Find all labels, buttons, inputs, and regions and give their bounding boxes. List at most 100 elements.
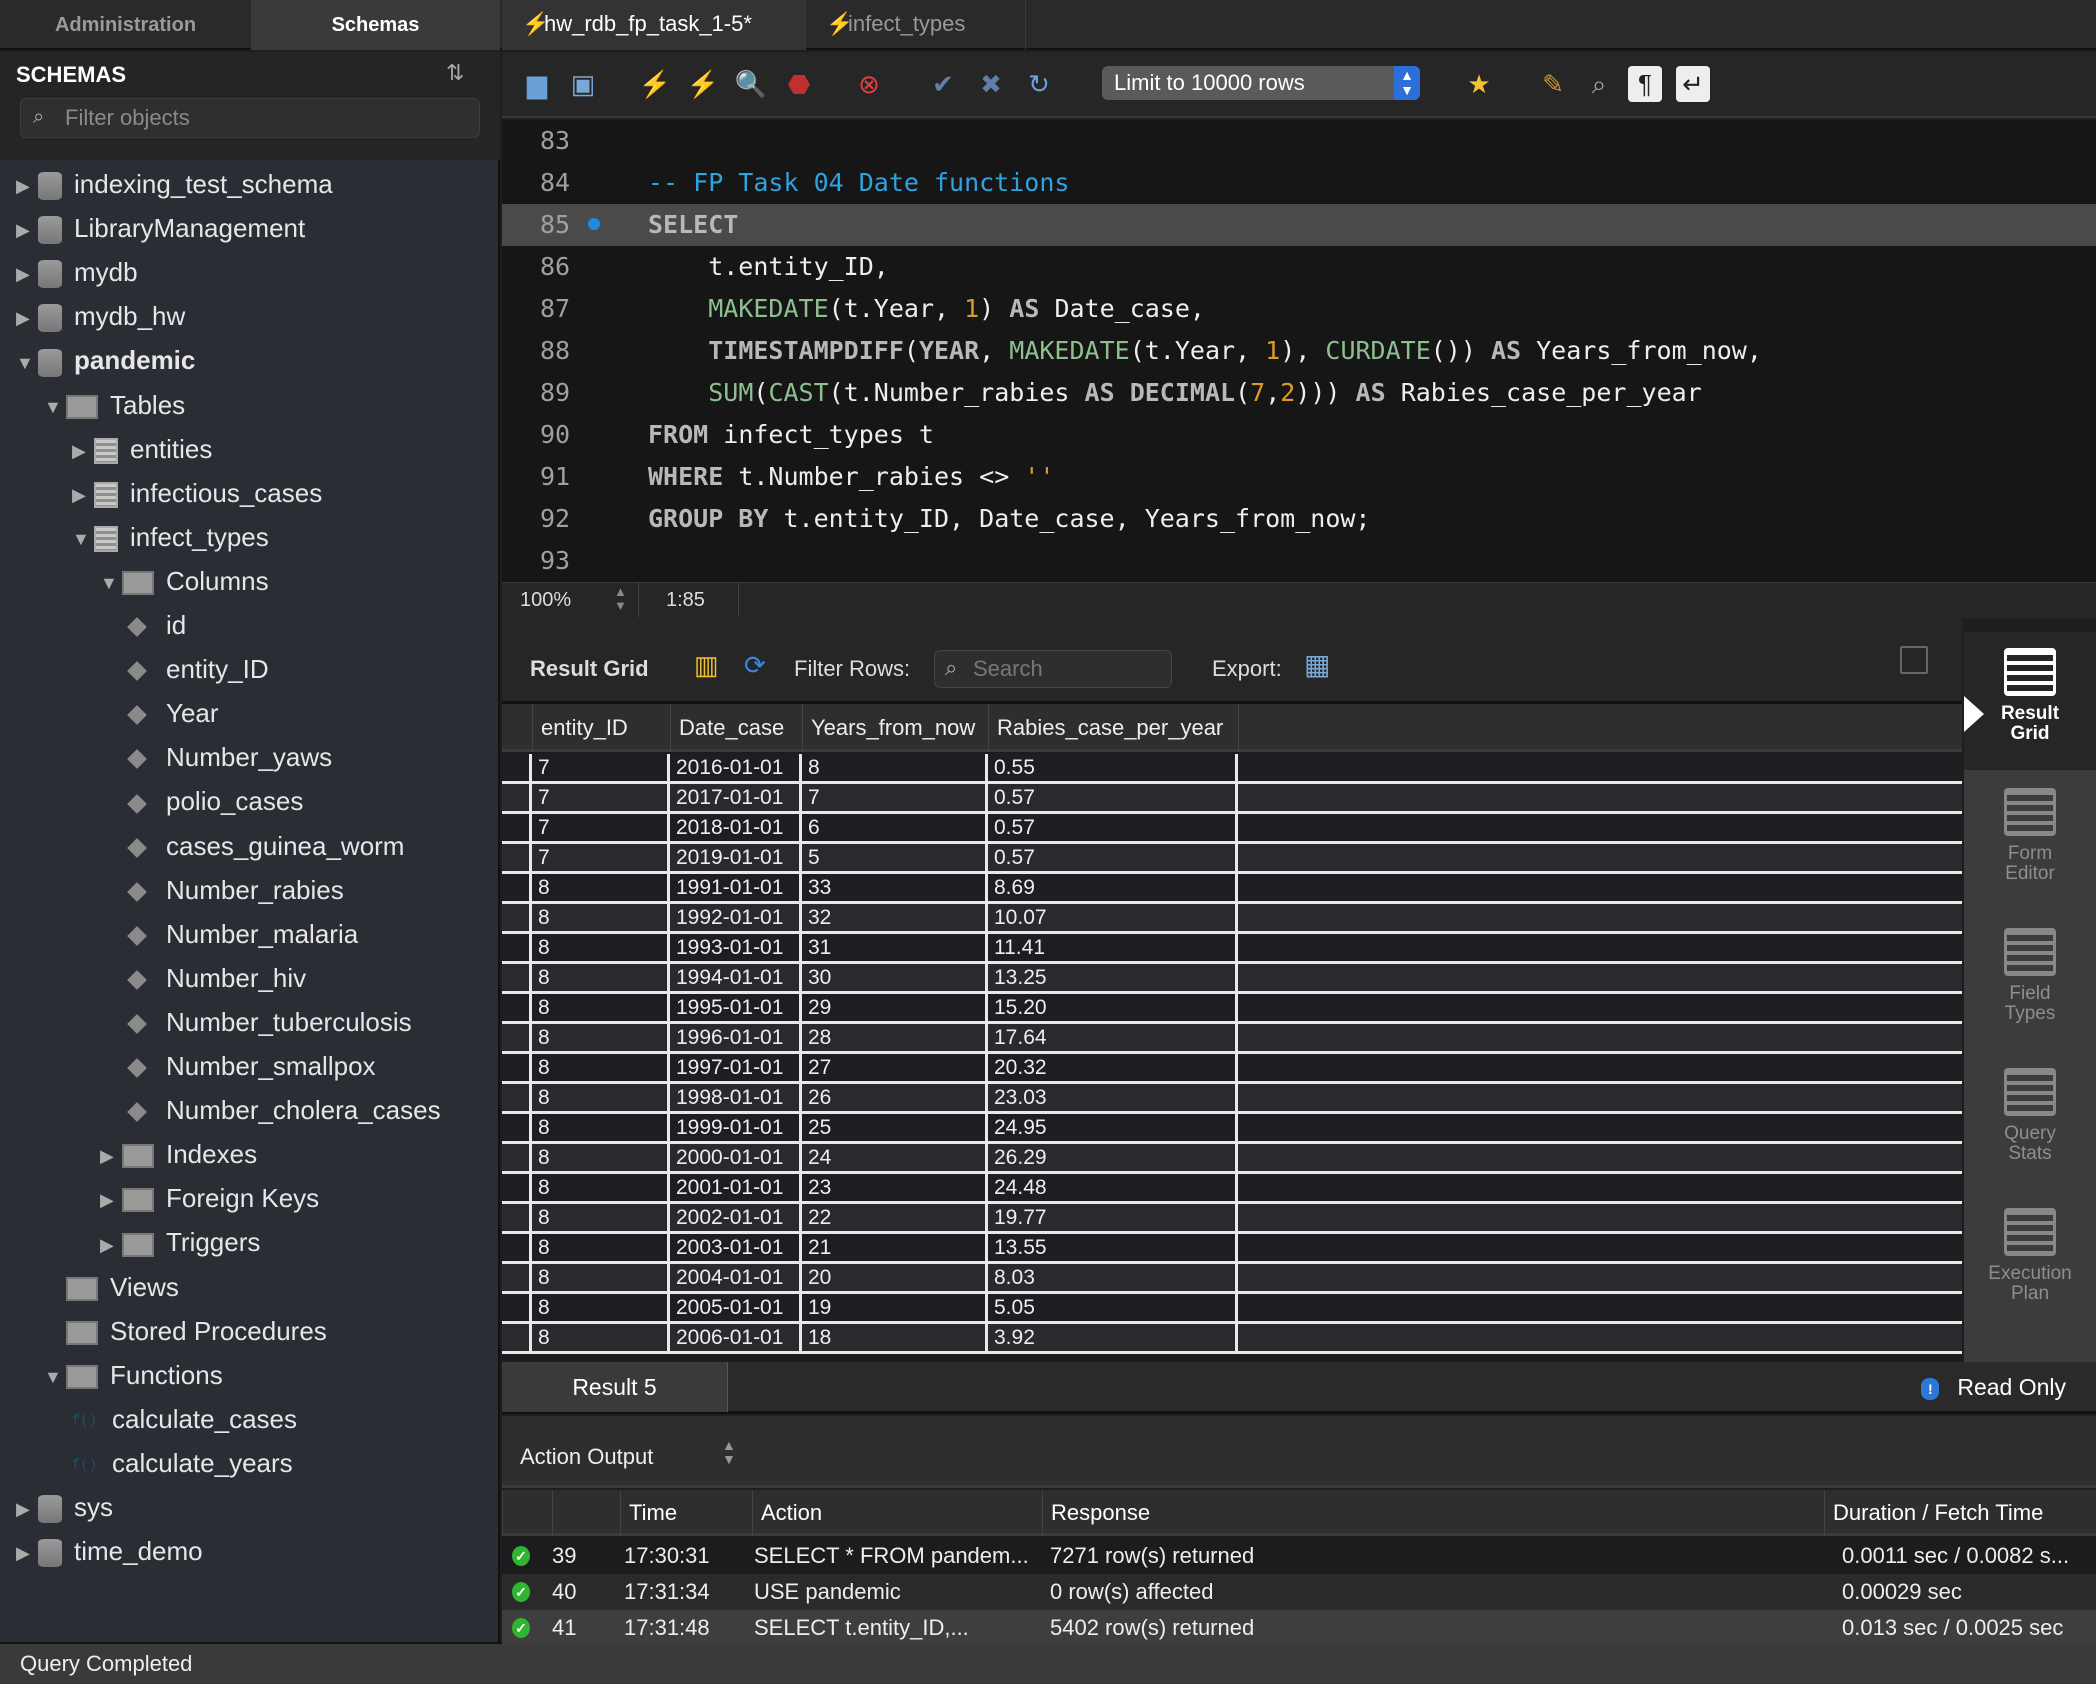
table-cell[interactable]: 7 — [529, 844, 665, 871]
filter-rows-search[interactable]: ⌕ — [934, 650, 1172, 688]
filter-rows-input[interactable] — [973, 655, 1163, 683]
table-cell[interactable]: 8 — [529, 1084, 665, 1111]
table-row[interactable]: 8 1993-01-01 31 11.41 — [502, 934, 1962, 964]
table-cell[interactable]: 2019-01-01 — [667, 844, 797, 871]
table-cell[interactable]: 2003-01-01 — [667, 1234, 797, 1261]
tree-item-number-malaria[interactable]: Number_malaria — [124, 914, 358, 954]
table-row[interactable]: 8 1996-01-01 28 17.64 — [502, 1024, 1962, 1054]
tree-item-triggers[interactable]: ▶ Triggers — [100, 1222, 260, 1262]
table-cell[interactable]: 23.03 — [985, 1084, 1233, 1111]
expand-arrow-right-icon[interactable]: ▶ — [16, 1489, 38, 1529]
tree-item-foreign-keys[interactable]: ▶ Foreign Keys — [100, 1178, 319, 1218]
expand-arrow-right-icon[interactable]: ▶ — [16, 166, 38, 206]
table-row[interactable]: 8 2004-01-01 20 8.03 — [502, 1264, 1962, 1294]
table-cell[interactable]: 24 — [799, 1144, 983, 1171]
find-icon[interactable]: ⌕ — [1582, 66, 1616, 102]
table-cell[interactable]: 8 — [529, 874, 665, 901]
table-row[interactable]: 8 1992-01-01 32 10.07 — [502, 904, 1962, 934]
table-cell[interactable]: 2006-01-01 — [667, 1324, 797, 1351]
add-snippet-icon[interactable]: ★ — [1462, 66, 1496, 102]
table-cell[interactable]: 23 — [799, 1174, 983, 1201]
table-cell[interactable]: 8 — [529, 1114, 665, 1141]
tree-item-id[interactable]: id — [124, 605, 186, 645]
tree-item-infect-types[interactable]: ▼ infect_types — [72, 517, 269, 557]
tree-item-librarymanagement[interactable]: ▶ LibraryManagement — [16, 208, 305, 248]
table-cell[interactable]: 24.48 — [985, 1174, 1233, 1201]
tab-schemas[interactable]: Schemas — [252, 0, 500, 50]
table-cell[interactable]: 2000-01-01 — [667, 1144, 797, 1171]
open-folder-icon[interactable]: ▆ — [520, 66, 554, 102]
tree-item-entities[interactable]: ▶ entities — [72, 429, 212, 469]
tree-item-number-cholera-cases[interactable]: Number_cholera_cases — [124, 1090, 441, 1130]
table-cell[interactable]: 7 — [529, 814, 665, 841]
file-tab-hw-rdb-fp-task[interactable]: ⚡hw_rdb_fp_task_1-5* — [502, 0, 806, 50]
output-column-header[interactable]: Action — [752, 1490, 1042, 1536]
tree-item-number-rabies[interactable]: Number_rabies — [124, 870, 344, 910]
table-cell[interactable]: 30 — [799, 964, 983, 991]
table-cell[interactable]: 8 — [529, 934, 665, 961]
rollback-icon[interactable]: ✖ — [974, 66, 1008, 102]
table-cell[interactable]: 29 — [799, 994, 983, 1021]
table-cell[interactable]: 2004-01-01 — [667, 1264, 797, 1291]
code-line[interactable]: 83 — [502, 120, 2096, 162]
column-header-date_case[interactable]: Date_case — [670, 704, 800, 752]
tree-item-mydb-hw[interactable]: ▶ mydb_hw — [16, 296, 185, 336]
table-cell[interactable]: 5 — [799, 844, 983, 871]
tree-item-calculate-cases[interactable]: f() calculate_cases — [72, 1399, 297, 1439]
table-cell[interactable]: 8.03 — [985, 1264, 1233, 1291]
table-cell[interactable]: 8 — [529, 1324, 665, 1351]
table-cell[interactable]: 8 — [529, 1024, 665, 1051]
output-row[interactable]: ✓ 39 17:30:31 SELECT * FROM pandem... 7271 r… — [502, 1538, 2096, 1574]
table-row[interactable]: 8 2005-01-01 19 5.05 — [502, 1294, 1962, 1324]
table-cell[interactable]: 1996-01-01 — [667, 1024, 797, 1051]
table-row[interactable]: 8 2006-01-01 18 3.92 — [502, 1324, 1962, 1354]
tree-item-sys[interactable]: ▶ sys — [16, 1487, 113, 1527]
table-cell[interactable]: 5.05 — [985, 1294, 1233, 1321]
autocommit-icon[interactable]: ↻ — [1022, 66, 1056, 102]
tree-item-mydb[interactable]: ▶ mydb — [16, 252, 138, 292]
tree-item-entity-id[interactable]: entity_ID — [124, 649, 269, 689]
table-cell[interactable]: 10.07 — [985, 904, 1233, 931]
table-cell[interactable]: 24.95 — [985, 1114, 1233, 1141]
output-column-header[interactable]: Time — [620, 1490, 752, 1536]
expand-arrow-right-icon[interactable]: ▶ — [100, 1136, 122, 1176]
table-row[interactable]: 8 2000-01-01 24 26.29 — [502, 1144, 1962, 1174]
table-cell[interactable]: 8 — [529, 964, 665, 991]
table-cell[interactable]: 2002-01-01 — [667, 1204, 797, 1231]
output-type-select[interactable]: Action Output — [520, 1444, 653, 1470]
tree-item-tables[interactable]: ▼ Tables — [44, 385, 185, 425]
execute-current-icon[interactable]: ⚡ — [686, 66, 720, 102]
table-cell[interactable]: 26.29 — [985, 1144, 1233, 1171]
expand-arrow-right-icon[interactable]: ▶ — [16, 298, 38, 338]
code-line[interactable]: 89 SUM(CAST(t.Number_rabies AS DECIMAL(7… — [502, 372, 2096, 414]
table-cell[interactable]: 32 — [799, 904, 983, 931]
table-row[interactable]: 8 1995-01-01 29 15.20 — [502, 994, 1962, 1024]
table-cell[interactable]: 8 — [529, 904, 665, 931]
table-cell[interactable]: 8 — [529, 994, 665, 1021]
tree-item-functions[interactable]: ▼ Functions — [44, 1355, 223, 1395]
table-cell[interactable]: 1991-01-01 — [667, 874, 797, 901]
expand-arrow-down-icon[interactable]: ▼ — [16, 343, 38, 383]
tab-administration[interactable]: Administration — [0, 0, 252, 50]
expand-arrow-down-icon[interactable]: ▼ — [100, 563, 122, 603]
tree-item-stored-procedures[interactable]: Stored Procedures — [44, 1311, 327, 1351]
expand-arrow-right-icon[interactable]: ▶ — [100, 1225, 122, 1265]
code-line[interactable]: 88 TIMESTAMPDIFF(YEAR, MAKEDATE(t.Year, … — [502, 330, 2096, 372]
table-row[interactable]: 8 1997-01-01 27 20.32 — [502, 1054, 1962, 1084]
expand-arrow-down-icon[interactable]: ▼ — [72, 519, 94, 559]
tree-item-indexing-test-schema[interactable]: ▶ indexing_test_schema — [16, 164, 333, 204]
table-cell[interactable]: 8 — [529, 1174, 665, 1201]
table-cell[interactable]: 22 — [799, 1204, 983, 1231]
table-row[interactable]: 8 2003-01-01 21 13.55 — [502, 1234, 1962, 1264]
tree-item-pandemic[interactable]: ▼ pandemic — [16, 340, 195, 380]
panel-execution-plan[interactable]: Execution Plan — [1964, 1192, 2096, 1330]
table-cell[interactable]: 2016-01-01 — [667, 754, 797, 781]
panel-query-stats[interactable]: Query Stats — [1964, 1052, 2096, 1190]
tree-item-number-hiv[interactable]: Number_hiv — [124, 958, 306, 998]
code-line[interactable]: 90 FROM infect_types t — [502, 414, 2096, 456]
table-cell[interactable]: 20.32 — [985, 1054, 1233, 1081]
column-header-years_from_now[interactable]: Years_from_now — [802, 704, 986, 752]
output-column-header[interactable]: Duration / Fetch Time — [1824, 1490, 2096, 1536]
tree-item-time-demo[interactable]: ▶ time_demo — [16, 1531, 203, 1571]
code-line[interactable]: 84 -- FP Task 04 Date functions — [502, 162, 2096, 204]
